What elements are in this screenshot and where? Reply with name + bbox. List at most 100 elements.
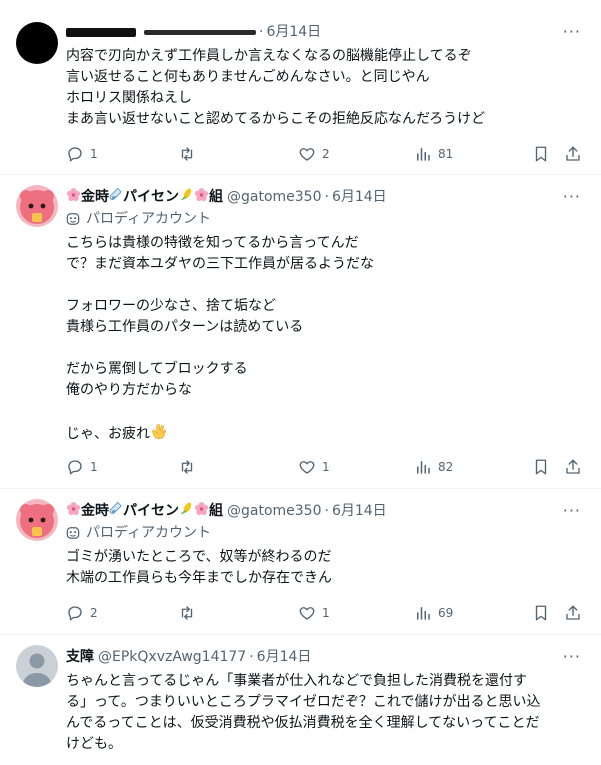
views-button[interactable]: 82: [414, 457, 453, 477]
avatar[interactable]: [16, 185, 58, 227]
tweet-text-line: 木端の工作員らも今年までしか存在できん: [66, 570, 332, 586]
redacted-handle: [144, 29, 256, 35]
reply-button[interactable]: 2: [66, 603, 98, 623]
tweet-text-line: ゴミが湧いたところで、奴等が終わるのだ: [66, 549, 332, 565]
date-separator: ·: [324, 189, 329, 205]
cherry-blossom-icon: [194, 187, 209, 208]
tweet-text-line: 内容で刃向かえず工作員しか言えなくなるの脳機能停止してるぞ: [66, 48, 472, 64]
tweet-text-blank: [66, 275, 587, 296]
tweet-actions: 1 2 81: [66, 144, 581, 164]
tweet-header: 金時 パイセン 組 @gatome350 · 6月14日: [66, 501, 387, 521]
share-button[interactable]: [564, 603, 582, 623]
reply-count: 1: [90, 147, 98, 161]
share-icon: [566, 459, 580, 474]
view-count: 69: [438, 606, 454, 620]
tweet-text: こちらは貴様の特徴を知ってるから言ってんだ で？まだ資本ユダヤの三下工作員が居る…: [66, 233, 587, 443]
display-name-part[interactable]: 組: [209, 501, 223, 521]
more-options-icon[interactable]: ···: [563, 501, 581, 520]
tweet-text-blank: [66, 401, 587, 422]
display-name-part[interactable]: パイセン: [123, 187, 179, 207]
date-separator: ·: [249, 649, 254, 665]
pink-character-avatar-icon: [16, 499, 58, 541]
bookmark-button[interactable]: [532, 144, 550, 164]
bookmark-icon: [535, 146, 547, 162]
corn-icon: [179, 187, 194, 208]
view-count: 82: [438, 460, 454, 474]
bookmark-icon: [535, 459, 547, 475]
tweet-text-blank: [66, 338, 587, 359]
test-tube-icon: [109, 187, 123, 208]
tweet-text-line: フォロワーの少なさ、捨て垢など: [66, 298, 276, 314]
avatar[interactable]: [16, 22, 58, 64]
user-handle[interactable]: @gatome350: [227, 501, 322, 521]
views-button[interactable]: 81: [414, 144, 453, 164]
views-icon: [417, 148, 430, 161]
tweet-1[interactable]: · 6月14日 ··· 内容で刃向かえず工作員しか言えなくなるの脳機能停止してる…: [0, 0, 601, 175]
parody-account-label: パロディアカウント: [66, 523, 211, 543]
like-count: 1: [322, 606, 330, 620]
share-button[interactable]: [564, 457, 582, 477]
more-options-icon[interactable]: ···: [563, 22, 581, 41]
heart-icon: [299, 607, 315, 620]
tweet-date[interactable]: 6月14日: [332, 187, 387, 207]
bookmark-button[interactable]: [532, 457, 550, 477]
tweet-text-line: ホロリス関係ねえし: [66, 90, 192, 106]
reply-count: 1: [90, 460, 98, 474]
views-button[interactable]: 69: [414, 603, 453, 623]
tweet-actions: 2 1 69: [66, 603, 581, 623]
tweet-date[interactable]: 6月14日: [257, 647, 312, 667]
tweet-actions: 1 1 82: [66, 457, 581, 477]
display-name-part[interactable]: 金時: [81, 501, 109, 521]
tweet-4[interactable]: 支障 @EPkQxvzAwg14177 · 6月14日 ··· ちゃんと言ってる…: [0, 635, 601, 765]
cherry-blossom-icon: [66, 187, 81, 208]
retweet-button[interactable]: [178, 144, 202, 164]
views-icon: [417, 461, 430, 474]
cherry-blossom-icon: [194, 501, 209, 522]
avatar[interactable]: [16, 499, 58, 541]
clapping-hands-icon: [150, 422, 168, 447]
bookmark-button[interactable]: [532, 603, 550, 623]
date-separator: ·: [259, 24, 264, 40]
user-handle[interactable]: @gatome350: [227, 187, 322, 207]
corn-icon: [179, 501, 194, 522]
user-handle[interactable]: @EPkQxvzAwg14177: [98, 647, 246, 667]
tweet-text-line: 貴様ら工作員のパターンは読めている: [66, 319, 304, 335]
view-count: 81: [438, 147, 454, 161]
parody-mask-icon: [66, 212, 80, 226]
tweet-text: ちゃんと言ってるじゃん「事業者が仕入れなどで負担した消費税を還付す る」って。つ…: [66, 671, 587, 755]
tweet-text-line: で？まだ資本ユダヤの三下工作員が居るようだな: [66, 256, 374, 272]
tweet-text-line: んでるってことは、仮受消費税や仮払消費税を全く理解してないってことだ: [66, 715, 540, 731]
tweet-text-line: こちらは貴様の特徴を知ってるから言ってんだ: [66, 235, 359, 251]
tweet-date[interactable]: 6月14日: [266, 22, 321, 42]
display-name-part[interactable]: パイセン: [123, 501, 179, 521]
display-name-part[interactable]: 金時: [81, 187, 109, 207]
share-button[interactable]: [564, 144, 582, 164]
tweet-text-line: 俺のやり方だからな: [66, 382, 192, 398]
views-icon: [417, 607, 430, 620]
retweet-button[interactable]: [178, 457, 202, 477]
reply-button[interactable]: 1: [66, 144, 98, 164]
tweet-text-line: だから罵倒してブロックする: [66, 361, 248, 377]
like-count: 1: [322, 460, 330, 474]
tweet-2[interactable]: 金時 パイセン 組 @gatome350 · 6月14日 ··· パロディアカウ…: [0, 175, 601, 489]
like-button[interactable]: 1: [298, 603, 330, 623]
retweet-icon: [181, 606, 193, 620]
reply-icon: [68, 460, 82, 475]
default-profile-avatar-icon: [16, 645, 58, 687]
bookmark-icon: [535, 605, 547, 621]
avatar[interactable]: [16, 645, 58, 687]
retweet-button[interactable]: [178, 603, 202, 623]
display-name[interactable]: 支障: [66, 647, 94, 667]
display-name-part[interactable]: 組: [209, 187, 223, 207]
more-options-icon[interactable]: ···: [563, 647, 581, 666]
test-tube-icon: [109, 501, 123, 522]
tweet-date[interactable]: 6月14日: [332, 501, 387, 521]
more-options-icon[interactable]: ···: [563, 187, 581, 206]
tweet-header: 金時 パイセン 組 @gatome350 · 6月14日: [66, 187, 387, 207]
reply-button[interactable]: 1: [66, 457, 98, 477]
tweet-3[interactable]: 金時 パイセン 組 @gatome350 · 6月14日 ··· パロディアカウ…: [0, 489, 601, 635]
heart-icon: [299, 461, 315, 474]
like-button[interactable]: 2: [298, 144, 330, 164]
tweet-text-line: けども。: [66, 736, 122, 752]
like-button[interactable]: 1: [298, 457, 330, 477]
